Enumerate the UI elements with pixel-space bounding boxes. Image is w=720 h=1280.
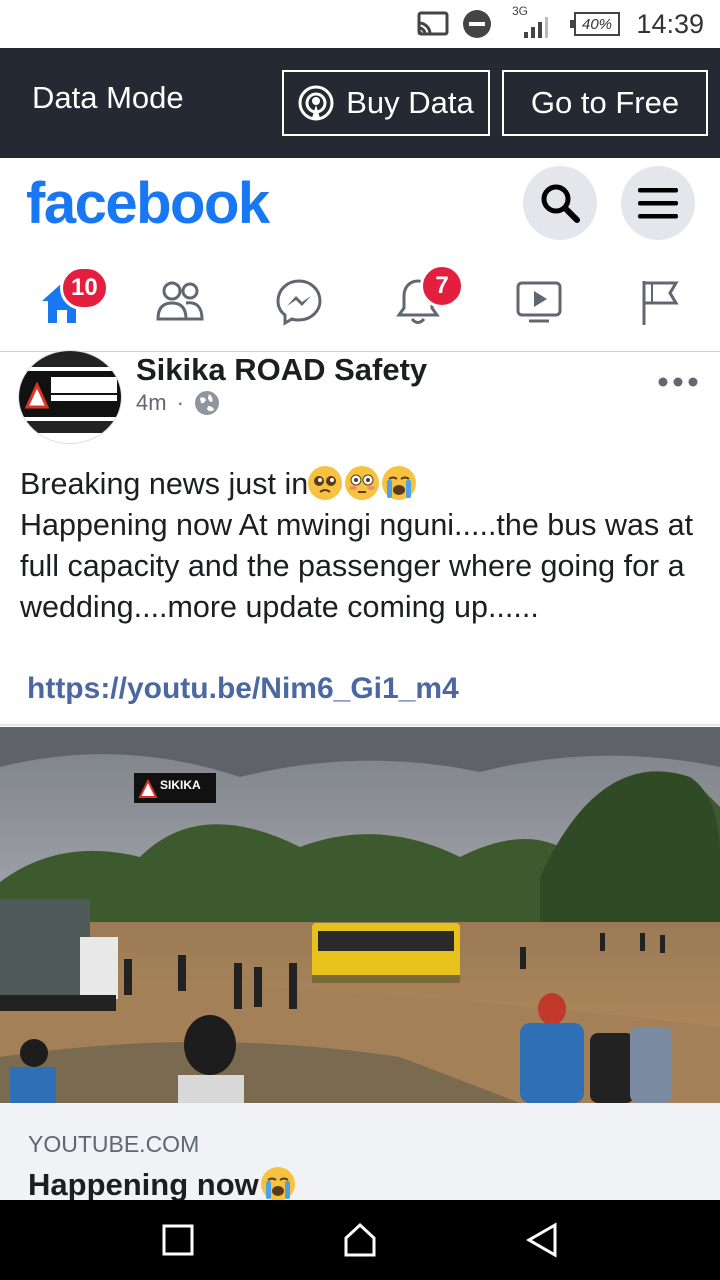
search-icon (541, 184, 580, 223)
square-icon (162, 1224, 194, 1256)
notifications-badge: 7 (420, 264, 464, 308)
link-title: Happening now (28, 1167, 298, 1203)
post-image[interactable]: SIKIKA (0, 727, 720, 1103)
tab-friends[interactable] (140, 266, 220, 338)
home-button[interactable] (340, 1220, 380, 1260)
data-mode-label: Data Mode (32, 80, 184, 115)
tab-pages[interactable] (620, 266, 700, 338)
page-name[interactable]: Sikika ROAD Safety (136, 352, 427, 388)
battery-indicator: 40% (570, 12, 620, 36)
friends-icon (156, 281, 204, 321)
post-text: Breaking news just in Happening now At m… (20, 464, 710, 628)
app-header: facebook (0, 158, 720, 248)
tab-messenger[interactable] (259, 266, 339, 338)
signal-icon: 3G (512, 0, 548, 48)
divider (0, 724, 720, 726)
link-preview-card[interactable]: YOUTUBE.COM Happening now (0, 1103, 720, 1203)
more-dots-icon (658, 377, 698, 387)
nav-tabs: 10 7 (0, 252, 720, 352)
go-to-free-button[interactable]: Go to Free (502, 70, 708, 136)
home-outline-icon (344, 1222, 376, 1257)
home-badge: 10 (60, 266, 109, 310)
video-icon (516, 281, 562, 323)
clock: 14:39 (636, 8, 704, 39)
battery-level: 40% (581, 15, 613, 33)
network-type: 3G (512, 4, 529, 18)
go-to-free-label: Go to Free (530, 85, 680, 120)
image-watermark: SIKIKA (160, 778, 201, 792)
do-not-disturb-icon (462, 0, 492, 48)
post-link[interactable]: https://youtu.be/Nim6_Gi1_m4 (27, 672, 459, 706)
tab-notifications[interactable]: 7 (378, 264, 464, 338)
hamburger-icon (638, 188, 678, 219)
tab-watch[interactable] (499, 266, 579, 338)
recents-button[interactable] (158, 1220, 198, 1260)
post-line-1-text: Breaking news just in (20, 467, 309, 501)
broadcast-icon (298, 85, 334, 121)
crying-face-icon (382, 466, 417, 500)
back-button[interactable] (522, 1220, 562, 1260)
post-line-2: Happening now At mwingi nguni.....the bu… (20, 508, 694, 624)
post-header: Sikika ROAD Safety 4m · (0, 350, 720, 457)
cast-icon (416, 0, 450, 48)
flushed-face-icon (345, 466, 380, 500)
data-mode-bar: Data Mode Buy Data Go to Free (0, 48, 720, 158)
flag-icon (642, 281, 679, 325)
search-button[interactable] (523, 166, 597, 240)
meta-separator: · (176, 390, 184, 415)
back-triangle-icon (525, 1222, 557, 1258)
buy-data-label: Buy Data (346, 85, 474, 120)
status-bar: 3G 40% 14:39 (0, 0, 720, 48)
buy-data-button[interactable]: Buy Data (282, 70, 490, 136)
crying-face-icon (260, 1167, 295, 1201)
pleading-face-icon (308, 466, 343, 500)
facebook-logo[interactable]: facebook (26, 170, 270, 237)
post-meta: 4m · (136, 390, 220, 416)
globe-icon (194, 391, 219, 415)
link-title-text: Happening now (28, 1167, 259, 1202)
system-nav-bar (0, 1200, 720, 1280)
menu-button[interactable] (621, 166, 695, 240)
page-avatar[interactable] (18, 350, 122, 444)
messenger-icon (276, 279, 322, 326)
post-line-1: Breaking news just in (20, 464, 710, 505)
more-options-button[interactable] (658, 362, 698, 396)
post-time[interactable]: 4m (136, 390, 167, 416)
tab-home[interactable]: 10 (22, 266, 109, 338)
link-domain: YOUTUBE.COM (28, 1131, 200, 1157)
